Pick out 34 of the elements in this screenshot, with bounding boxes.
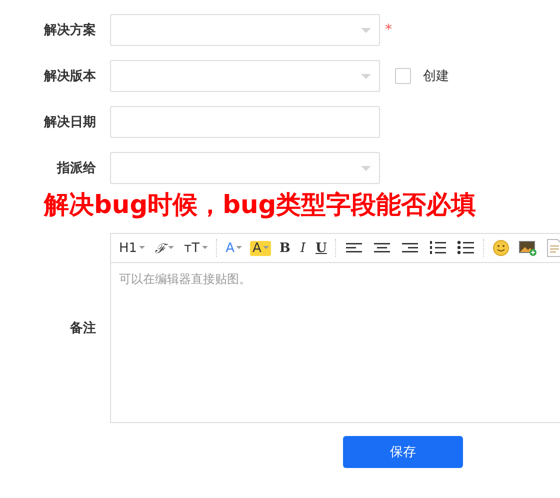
highlight-button[interactable]: A	[250, 240, 272, 256]
text-button[interactable]: H1	[117, 240, 148, 256]
color-button[interactable]: A	[224, 240, 244, 256]
align-center-icon[interactable]	[372, 241, 391, 255]
field-label: 指派给	[56, 160, 96, 177]
bullet-list-icon[interactable]	[456, 240, 475, 256]
select-field[interactable]	[110, 60, 380, 92]
italic-button[interactable]: I	[298, 240, 308, 256]
caret-icon	[361, 28, 371, 34]
underline-button[interactable]: U	[314, 240, 329, 256]
save-button[interactable]: 保存	[343, 436, 463, 468]
select-field[interactable]	[110, 14, 380, 46]
overlay-caption: 解决bug时候，bug类型字段能否必填	[44, 189, 478, 221]
caret-icon	[361, 166, 371, 172]
checkbox-label: 创建	[423, 68, 449, 85]
checkbox[interactable]	[395, 68, 411, 84]
field-label: 解决版本	[42, 68, 96, 85]
field-label: 解决方案	[42, 22, 96, 39]
caret-icon	[361, 74, 371, 80]
align-right-icon[interactable]	[400, 241, 419, 255]
image-icon[interactable]	[518, 240, 537, 256]
bold-button[interactable]: B	[277, 240, 292, 256]
field-label: 备注	[68, 320, 96, 337]
editor-placeholder: 可以在编辑器直接贴图。	[118, 271, 252, 288]
required-mark: *	[385, 22, 392, 38]
input-field[interactable]	[110, 106, 380, 138]
select-field[interactable]	[110, 152, 380, 184]
align-left-icon[interactable]	[344, 241, 363, 255]
text-button[interactable]: ᴛT	[182, 240, 210, 256]
smiley-icon[interactable]	[492, 240, 509, 256]
italic-text-button[interactable]: ℱ	[153, 239, 176, 257]
field-label: 解决日期	[42, 114, 96, 131]
ordered-list-icon[interactable]	[428, 240, 447, 256]
rich-text-editor[interactable]: H1 ℱ ᴛT A A B I U 可以在编辑器直接贴图。	[110, 233, 560, 423]
